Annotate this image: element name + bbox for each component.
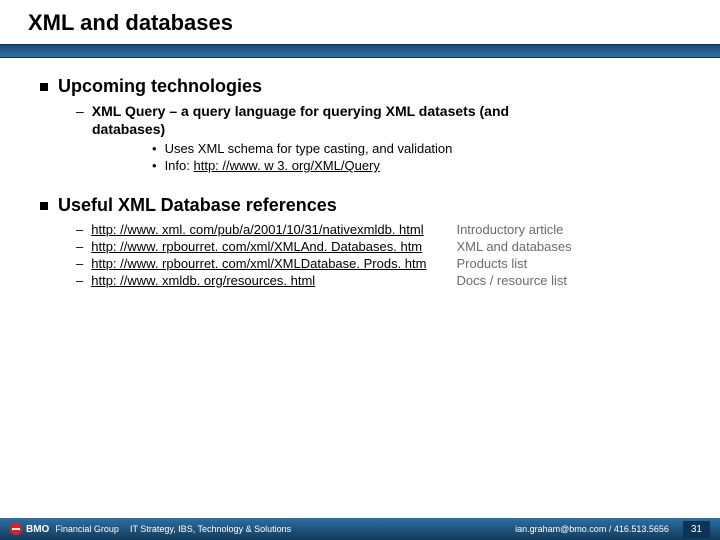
references-descriptions: Introductory article XML and databases P…: [456, 222, 571, 290]
section-references: Useful XML Database references – http: /…: [40, 195, 680, 290]
dot-icon: •: [152, 158, 157, 173]
square-bullet-icon: [40, 83, 48, 91]
sub-row: – XML Query – a query language for query…: [76, 103, 680, 119]
dash-icon: –: [76, 103, 84, 119]
ref-desc: Docs / resource list: [456, 273, 571, 288]
sub-row-cont: databases): [92, 121, 680, 137]
section-upcoming: Upcoming technologies – XML Query – a qu…: [40, 76, 680, 173]
point-text: Info: http: //www. w 3. org/XML/Query: [165, 158, 380, 173]
footer-dept: IT Strategy, IBS, Technology & Solutions: [130, 524, 291, 534]
bullet-row: Upcoming technologies: [40, 76, 680, 97]
brand-suffix: Financial Group: [55, 524, 119, 534]
ref-link[interactable]: http: //www. rpbourret. com/xml/XMLAnd. …: [91, 239, 422, 254]
ref-row: – http: //www. xmldb. org/resources. htm…: [76, 273, 426, 288]
footer-right: ian.graham@bmo.com / 416.513.5656 31: [515, 521, 710, 538]
content-area: Upcoming technologies – XML Query – a qu…: [0, 58, 720, 296]
references-block: – http: //www. xml. com/pub/a/2001/10/31…: [76, 222, 680, 290]
point-row: • Info: http: //www. w 3. org/XML/Query: [152, 158, 680, 173]
ref-link[interactable]: http: //www. rpbourret. com/xml/XMLDatab…: [91, 256, 426, 271]
bullet-row: Useful XML Database references: [40, 195, 680, 216]
ref-desc: Products list: [456, 256, 571, 271]
page-number: 31: [683, 521, 710, 538]
dot-icon: •: [152, 141, 157, 156]
section-heading: Useful XML Database references: [58, 195, 337, 216]
ref-link[interactable]: http: //www. xmldb. org/resources. html: [91, 273, 315, 288]
slide: XML and databases Upcoming technologies …: [0, 0, 720, 540]
dash-icon: –: [76, 239, 83, 254]
dash-icon: –: [76, 222, 83, 237]
ref-desc: Introductory article: [456, 222, 571, 237]
point-prefix: Info:: [165, 158, 194, 173]
ref-desc: XML and databases: [456, 239, 571, 254]
square-bullet-icon: [40, 202, 48, 210]
title-bar: XML and databases: [0, 0, 720, 42]
spacer: [0, 296, 720, 518]
references-links: – http: //www. xml. com/pub/a/2001/10/31…: [76, 222, 426, 290]
point-row: • Uses XML schema for type casting, and …: [152, 141, 680, 156]
ref-row: – http: //www. rpbourret. com/xml/XMLAnd…: [76, 239, 426, 254]
bmo-text: BMO: [26, 524, 49, 535]
footer-bar: BMO Financial Group IT Strategy, IBS, Te…: [0, 518, 720, 540]
sub-xml-query: – XML Query – a query language for query…: [76, 103, 680, 173]
bmo-logo-icon: BMO: [10, 523, 49, 535]
info-link[interactable]: http: //www. w 3. org/XML/Query: [193, 158, 379, 173]
dash-icon: –: [76, 273, 83, 288]
footer-brand: BMO Financial Group: [10, 523, 119, 535]
sub-text-cont: databases): [92, 121, 165, 137]
sub-text: XML Query – a query language for queryin…: [92, 103, 509, 119]
point-text: Uses XML schema for type casting, and va…: [165, 141, 453, 156]
sub-points: • Uses XML schema for type casting, and …: [152, 141, 680, 173]
ref-link[interactable]: http: //www. xml. com/pub/a/2001/10/31/n…: [91, 222, 423, 237]
footer-contact: ian.graham@bmo.com / 416.513.5656: [515, 524, 669, 534]
slide-title: XML and databases: [28, 10, 720, 36]
bmo-roundel-icon: [10, 523, 22, 535]
ref-row: – http: //www. xml. com/pub/a/2001/10/31…: [76, 222, 426, 237]
title-underline: [0, 44, 720, 58]
ref-row: – http: //www. rpbourret. com/xml/XMLDat…: [76, 256, 426, 271]
dash-icon: –: [76, 256, 83, 271]
section-heading: Upcoming technologies: [58, 76, 262, 97]
